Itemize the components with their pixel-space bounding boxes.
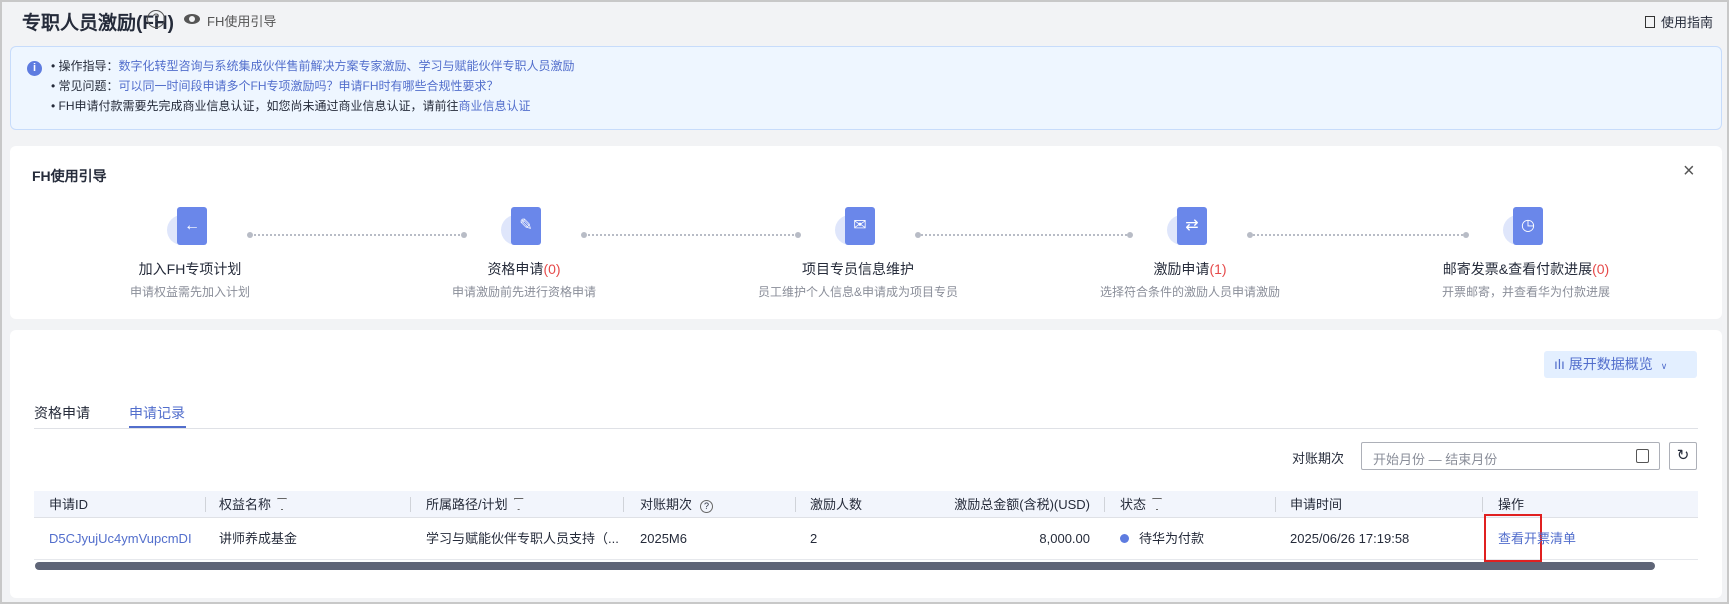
expand-overview-label: 展开数据概览 xyxy=(1568,356,1653,372)
step-title: 资格申请 xyxy=(487,261,544,277)
column-header: 申请ID xyxy=(49,491,88,518)
notice-line: • 常见问题：可以同一时间段申请多个FH专项激励吗？申请FH时有哪些合规性要求？ xyxy=(51,77,499,94)
column-header-label: 操作 xyxy=(1498,497,1525,512)
notice-box: i • 操作指导：数字化转型咨询与系统集成伙伴售前解决方案专家激励、学习与赋能伙… xyxy=(10,46,1722,130)
column-header: 所属路径/计划 xyxy=(426,491,524,518)
column-divider[interactable] xyxy=(1482,497,1483,512)
fh-guide-link[interactable]: FH使用引导 xyxy=(207,11,276,30)
info-icon: i xyxy=(27,61,42,76)
step-connector xyxy=(915,232,1133,238)
step-count: (0) xyxy=(1592,261,1610,277)
bar-chart-icon: ılı xyxy=(1554,356,1569,372)
count-cell: 2 xyxy=(810,531,818,546)
column-divider[interactable] xyxy=(1104,497,1105,512)
status-dot-icon xyxy=(1120,534,1129,543)
column-header-label: 状态 xyxy=(1120,497,1147,512)
filter-icon[interactable] xyxy=(513,498,524,510)
notice-link[interactable]: 数字化转型咨询与系统集成伙伴售前解决方案专家激励、学习与赋能伙伴专职人员激励 xyxy=(119,59,575,73)
date-range-placeholder: 开始月份 — 结束月份 xyxy=(1373,452,1498,467)
step-connector xyxy=(581,232,801,238)
step-icon: ← xyxy=(167,207,213,253)
status-label: 待华为付款 xyxy=(1139,531,1205,546)
column-header: 对账期次? xyxy=(640,491,714,518)
step-label[interactable]: 邮寄发票&查看付款进展(0) xyxy=(1443,259,1609,279)
column-header-label: 申请时间 xyxy=(1290,497,1343,512)
guide-title: FH使用引导 xyxy=(32,168,107,184)
column-header: 状态 xyxy=(1120,491,1163,518)
horizontal-scrollbar[interactable] xyxy=(35,562,1655,570)
column-divider[interactable] xyxy=(623,497,624,512)
calendar-icon[interactable] xyxy=(1636,449,1649,463)
filter-icon[interactable] xyxy=(277,498,288,510)
step-icon: ✎ xyxy=(501,207,547,253)
amount-cell: 8,000.00 xyxy=(1039,531,1090,546)
tab-qualification[interactable]: 资格申请 xyxy=(34,403,90,423)
refresh-icon: ↻ xyxy=(1676,447,1690,464)
step-title: 激励申请 xyxy=(1153,261,1210,277)
period-cell: 2025M6 xyxy=(640,531,687,546)
notice-link[interactable]: 可以同一时间段申请多个FH专项激励吗？申请FH时有哪些合规性要求？ xyxy=(119,79,499,93)
step-description: 申请权益需先加入计划 xyxy=(129,285,251,299)
column-header-label: 激励人数 xyxy=(810,497,863,512)
column-divider[interactable] xyxy=(795,497,796,512)
column-header-label: 对账期次 xyxy=(640,497,693,512)
time-cell: 2025/06/26 17:19:58 xyxy=(1290,531,1410,546)
close-icon[interactable]: × xyxy=(1683,160,1695,183)
book-icon xyxy=(1644,16,1655,28)
notice-link[interactable]: 商业信息认证 xyxy=(459,99,531,113)
column-header-label: 所属路径/计划 xyxy=(426,497,508,512)
help-icon[interactable]: ? xyxy=(147,10,165,28)
step-connector xyxy=(1247,232,1469,238)
column-divider[interactable] xyxy=(410,497,411,512)
step-label[interactable]: 激励申请(1) xyxy=(1153,259,1226,279)
refresh-button[interactable]: ↻ xyxy=(1669,442,1697,470)
plan-cell: 学习与赋能伙伴专职人员支持（... xyxy=(426,531,619,546)
step-title: 邮寄发票&查看付款进展 xyxy=(1442,261,1593,277)
step-count: (1) xyxy=(1209,261,1227,277)
chevron-down-icon: ∨ xyxy=(1660,361,1668,371)
notice-line: • 操作指导：数字化转型咨询与系统集成伙伴售前解决方案专家激励、学习与赋能伙伴专… xyxy=(51,57,575,74)
step-icon: ⇄ xyxy=(1167,207,1213,253)
column-header-label: 申请ID xyxy=(49,497,89,512)
eye-icon[interactable] xyxy=(184,14,200,24)
filter-icon[interactable] xyxy=(1152,498,1163,510)
view-invoice-list-link[interactable]: 查看开票清单 xyxy=(1498,518,1576,560)
notice-text: • 操作指导： xyxy=(51,59,119,73)
column-header: 权益名称 xyxy=(219,491,288,518)
column-header: 激励总金额(含税)(USD) xyxy=(932,491,1090,518)
tabs-divider xyxy=(34,428,1698,429)
period-filter-label: 对账期次 xyxy=(1292,451,1345,466)
step-title: 加入FH专项计划 xyxy=(138,261,242,277)
step-description: 申请激励前先进行资格申请 xyxy=(451,285,597,299)
column-header-label: 激励总金额(含税)(USD) xyxy=(954,497,1090,512)
column-divider[interactable] xyxy=(205,497,206,512)
help-icon[interactable]: ? xyxy=(700,500,714,513)
step-icon: ✉ xyxy=(835,207,881,253)
step-label[interactable]: 项目专员信息维护 xyxy=(802,259,914,279)
notice-line: • FH申请付款需要先完成商业信息认证，如您尚未通过商业信息认证，请前往商业信息… xyxy=(51,97,531,114)
benefit-cell: 讲师养成基金 xyxy=(219,531,298,546)
column-header-label: 权益名称 xyxy=(219,497,272,512)
step-icon: ◷ xyxy=(1503,207,1549,253)
step-count: (0) xyxy=(543,261,561,277)
expand-overview-button[interactable]: ılı 展开数据概览 ∨ xyxy=(1544,351,1697,378)
step-label[interactable]: 加入FH专项计划 xyxy=(139,259,242,279)
column-header: 申请时间 xyxy=(1290,491,1342,518)
step-connector xyxy=(247,232,467,238)
column-divider[interactable] xyxy=(1275,497,1276,512)
step-label[interactable]: 资格申请(0) xyxy=(487,259,560,279)
date-range-input[interactable]: 开始月份 — 结束月份 xyxy=(1361,442,1660,470)
notice-text: • 常见问题： xyxy=(51,79,119,93)
tab-records[interactable]: 申请记录 xyxy=(129,403,185,423)
application-id-link[interactable]: D5CJyujUc4ymVupcmDI xyxy=(49,518,192,560)
notice-text: • FH申请付款需要先完成商业信息认证，如您尚未通过商业信息认证，请前往 xyxy=(51,99,459,113)
user-manual-link[interactable]: 使用指南 xyxy=(1644,12,1713,31)
column-header: 激励人数 xyxy=(810,491,862,518)
step-description: 开票邮寄，并查看华为付款进展 xyxy=(1441,285,1611,299)
step-description: 选择符合条件的激励人员申请激励 xyxy=(1099,285,1281,299)
step-description: 员工维护个人信息&申请成为项目专员 xyxy=(757,285,959,299)
user-manual-label: 使用指南 xyxy=(1660,15,1713,30)
status-cell: 待华为付款 xyxy=(1120,518,1204,560)
step-title: 项目专员信息维护 xyxy=(802,261,914,277)
